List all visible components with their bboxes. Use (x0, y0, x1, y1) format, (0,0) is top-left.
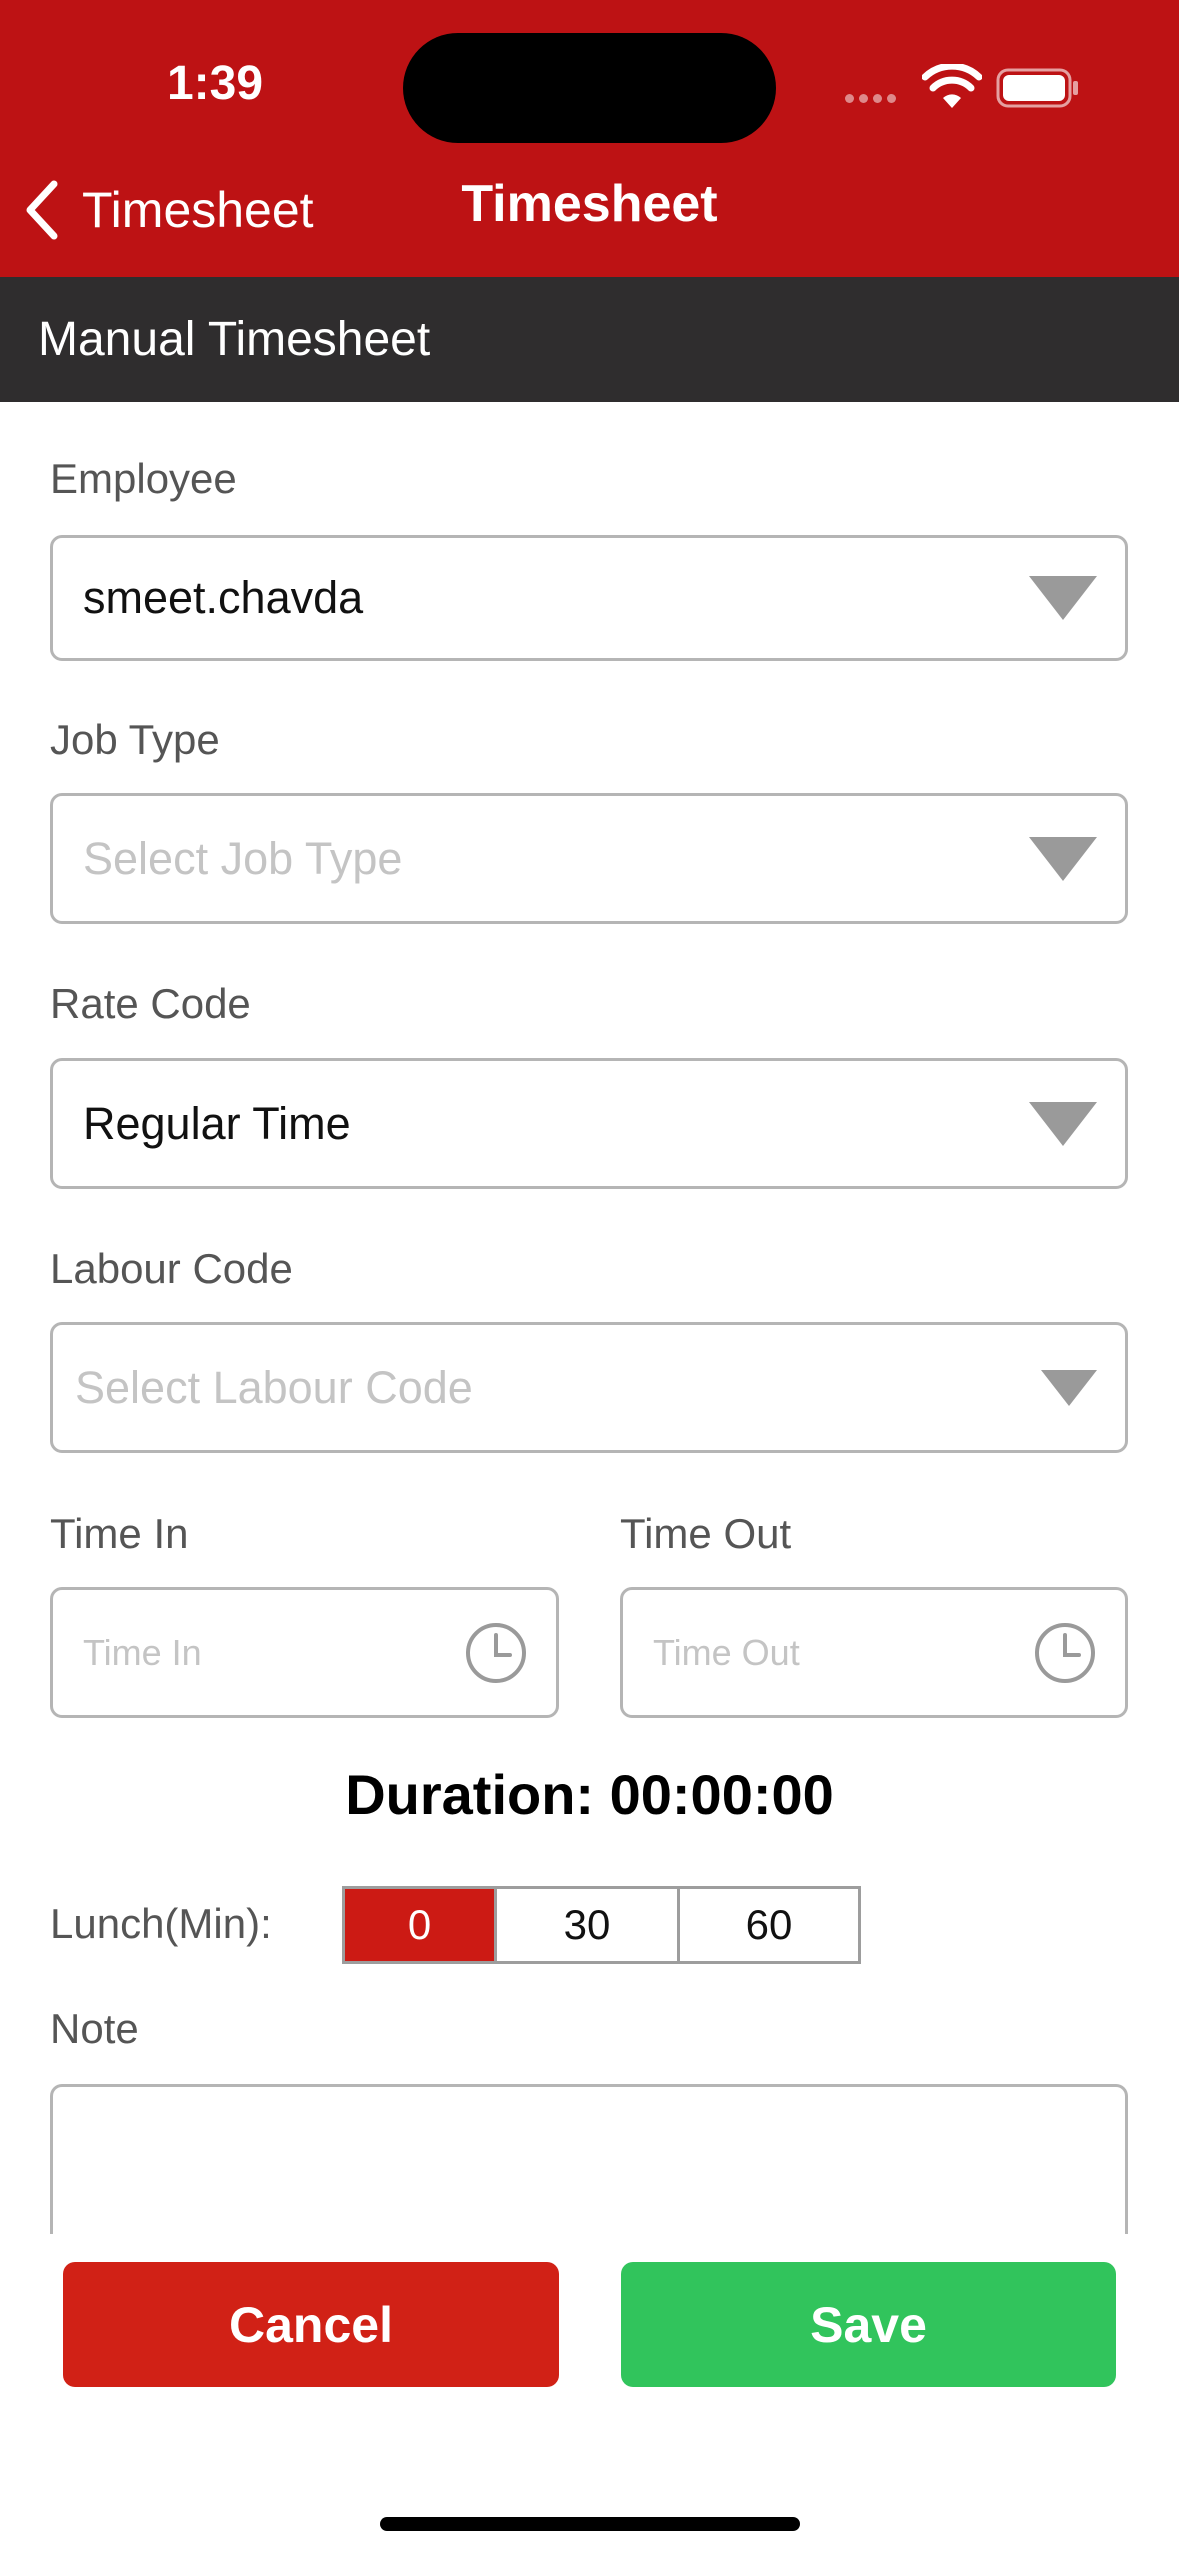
cancel-button[interactable]: Cancel (63, 2262, 559, 2387)
note-label: Note (50, 2005, 139, 2052)
status-time: 1:39 (166, 57, 264, 110)
time-in-label: Time In (50, 1510, 189, 1557)
clock-icon (1035, 1622, 1095, 1683)
save-button[interactable]: Save (621, 2262, 1116, 2387)
time-out-field[interactable]: Time Out (620, 1587, 1128, 1718)
employee-value: smeet.chavda (83, 572, 364, 623)
lunch-option-0[interactable]: 0 (342, 1886, 497, 1964)
rate-code-label: Rate Code (50, 980, 251, 1027)
labour-code-label: Labour Code (50, 1245, 293, 1292)
app-header: 1:39 Timesheet Timesheet (0, 0, 1179, 277)
lunch-option-30[interactable]: 30 (494, 1886, 680, 1964)
battery-icon (996, 68, 1078, 108)
employee-dropdown[interactable]: smeet.chavda (50, 535, 1128, 661)
lunch-option-60[interactable]: 60 (677, 1886, 861, 1964)
triangle-down-icon (1041, 1369, 1097, 1406)
triangle-down-icon (1029, 836, 1097, 881)
job-type-label: Job Type (50, 716, 220, 763)
time-out-placeholder: Time Out (653, 1631, 800, 1673)
section-title: Manual Timesheet (38, 313, 431, 366)
wifi-icon (922, 64, 982, 108)
time-out-label: Time Out (620, 1510, 792, 1557)
lunch-label: Lunch(Min): (50, 1900, 272, 1947)
duration-display: Duration: 00:00:00 (345, 1763, 834, 1826)
rate-code-value: Regular Time (83, 1097, 351, 1149)
home-indicator (380, 2517, 800, 2531)
labour-code-dropdown[interactable]: Select Labour Code (50, 1322, 1128, 1453)
rate-code-dropdown[interactable]: Regular Time (50, 1058, 1128, 1189)
dynamic-island (403, 33, 776, 143)
clock-icon (466, 1622, 526, 1683)
employee-label: Employee (50, 455, 237, 502)
page-title: Timesheet (461, 175, 718, 233)
labour-code-placeholder: Select Labour Code (75, 1361, 473, 1413)
section-title-bar: Manual Timesheet (0, 277, 1179, 402)
job-type-placeholder: Select Job Type (83, 832, 403, 884)
triangle-down-icon (1029, 576, 1097, 620)
job-type-dropdown[interactable]: Select Job Type (50, 793, 1128, 924)
time-in-field[interactable]: Time In (50, 1587, 559, 1718)
time-in-placeholder: Time In (83, 1631, 202, 1673)
note-textarea[interactable] (50, 2084, 1128, 2234)
triangle-down-icon (1029, 1101, 1097, 1146)
